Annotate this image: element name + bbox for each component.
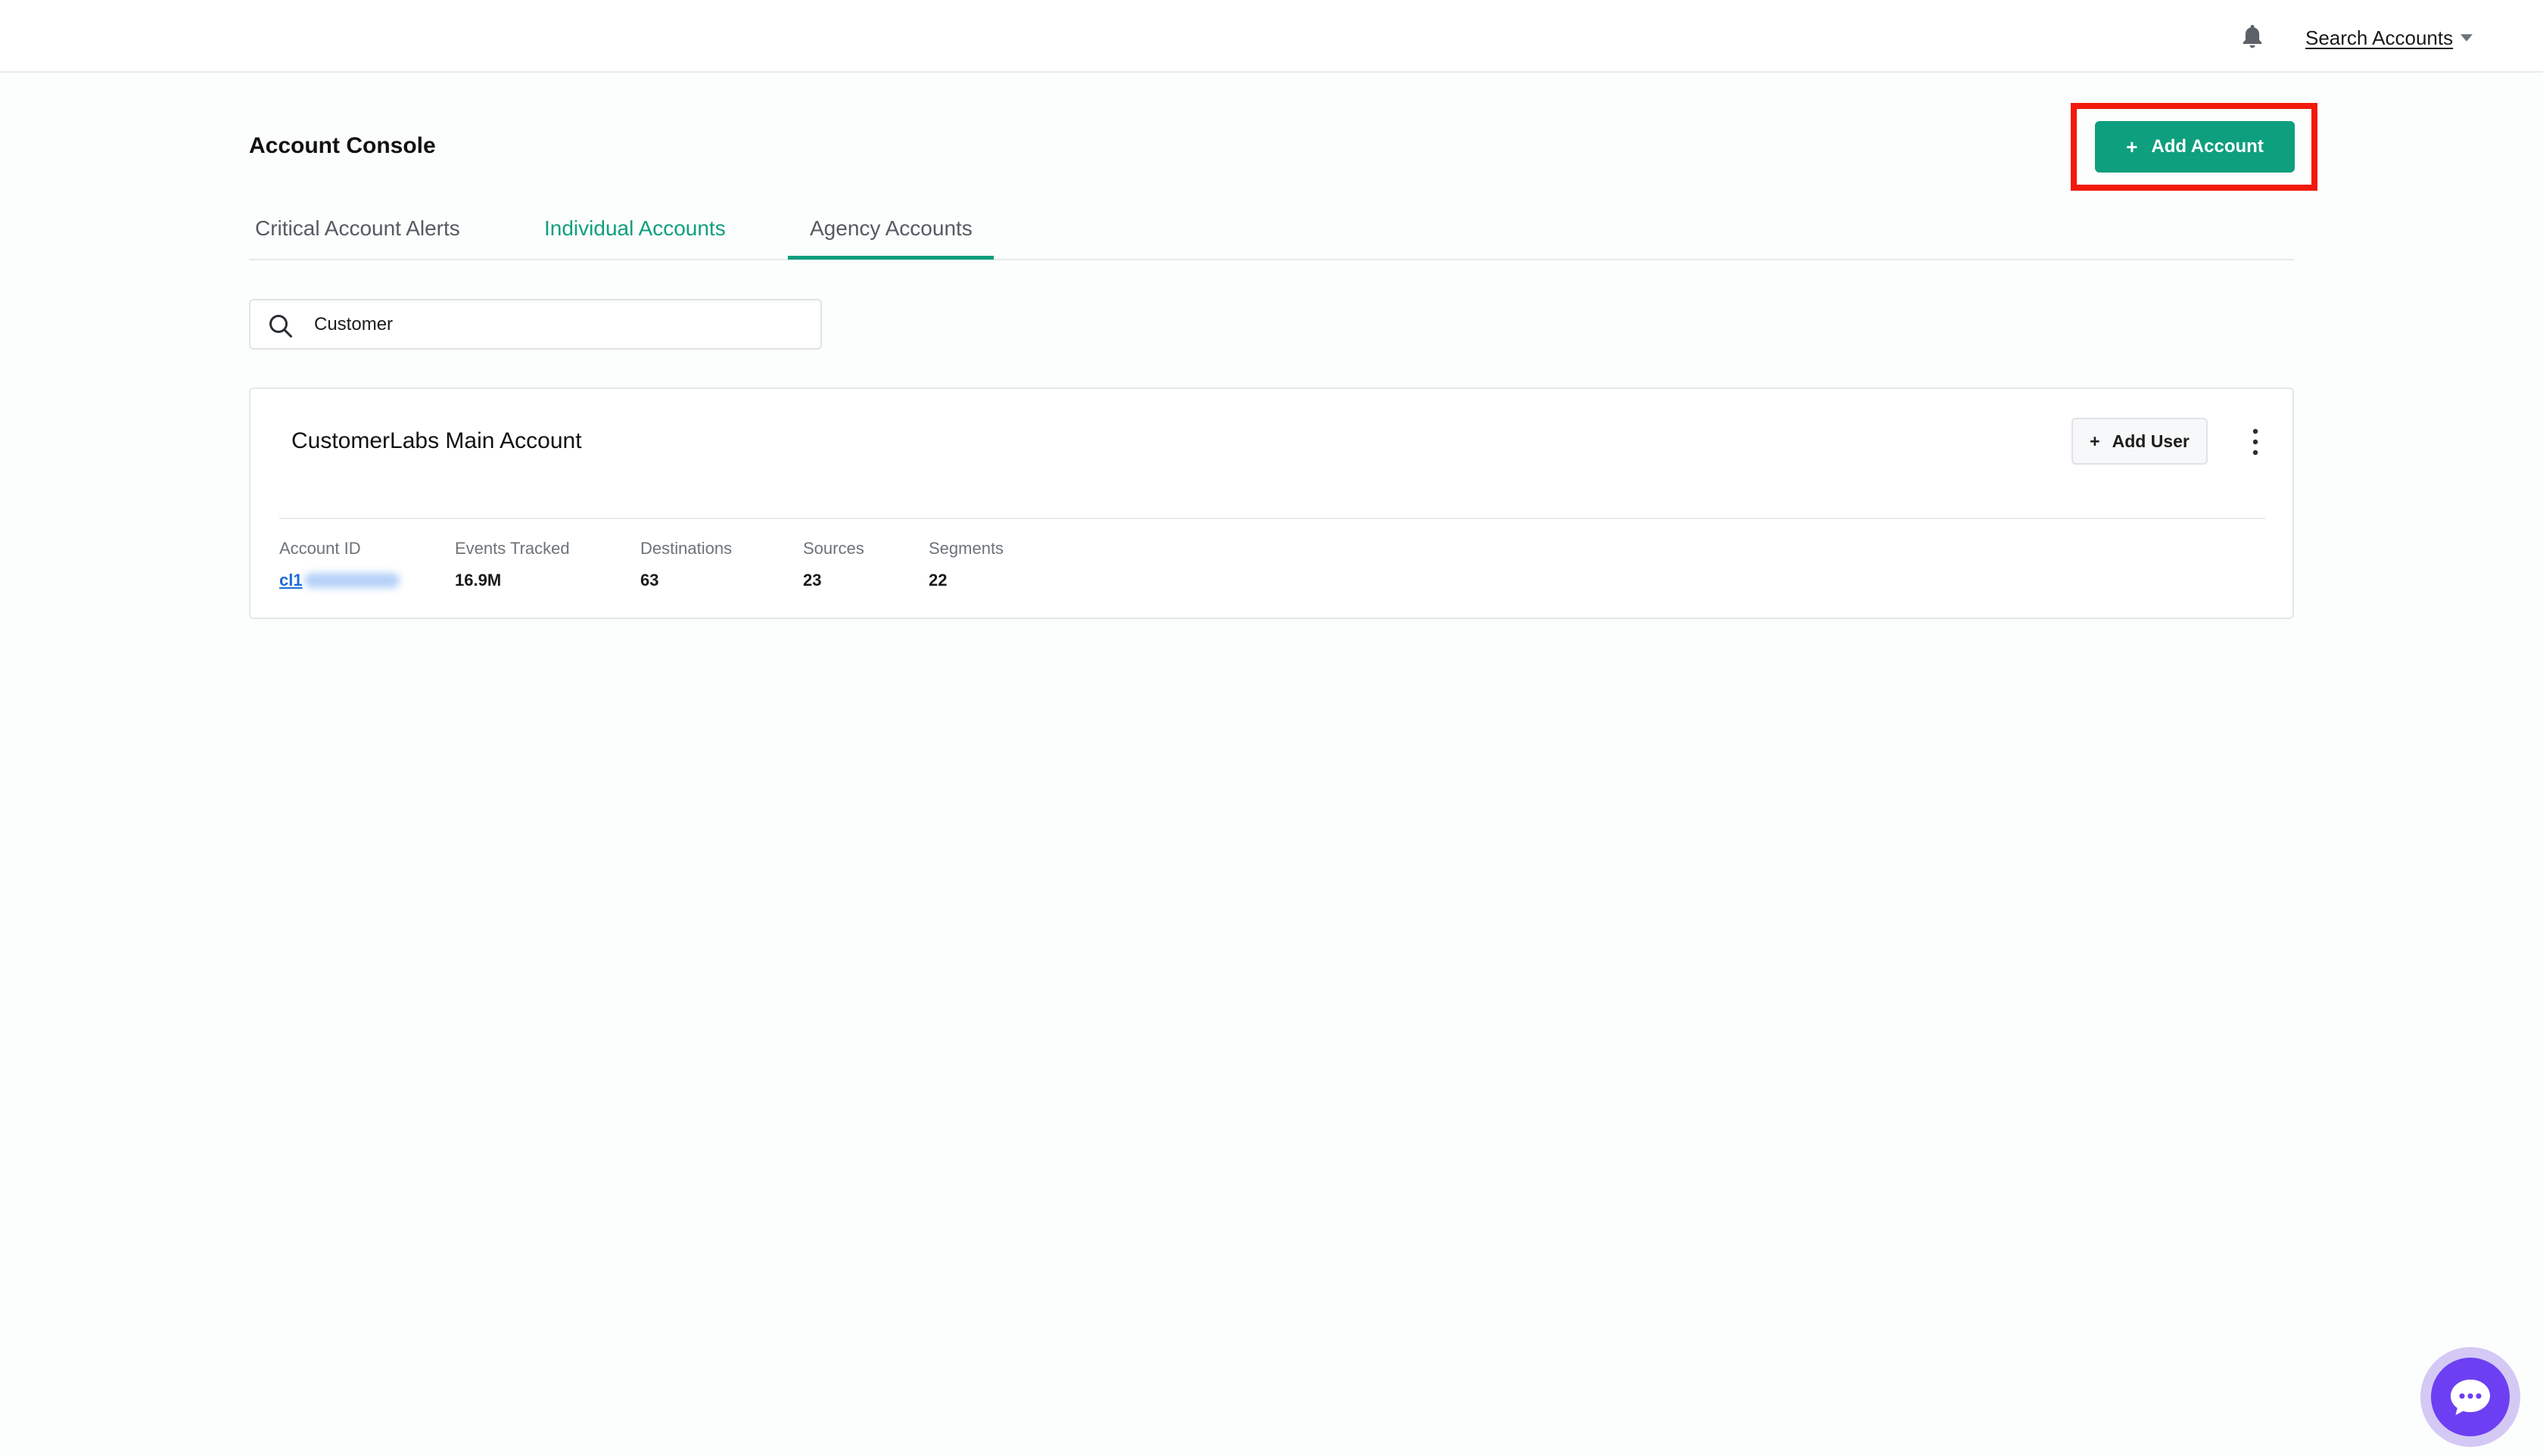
stat-label: Segments bbox=[929, 539, 1004, 558]
stat-sources: Sources 23 bbox=[803, 539, 864, 590]
stat-account-id: Account ID cl1 bbox=[279, 539, 400, 590]
page-title: Account Console bbox=[249, 133, 436, 158]
search-box[interactable] bbox=[249, 299, 822, 350]
stat-segments: Segments 22 bbox=[929, 539, 1004, 590]
add-account-label: Add Account bbox=[2151, 136, 2264, 157]
plus-icon: + bbox=[2090, 431, 2100, 451]
tab-agency-accounts[interactable]: Agency Accounts bbox=[810, 216, 973, 256]
divider bbox=[279, 518, 2265, 519]
account-card: CustomerLabs Main Account + Add User Acc… bbox=[249, 387, 2294, 619]
stat-label: Destinations bbox=[640, 539, 733, 558]
stat-label: Account ID bbox=[279, 539, 361, 558]
stat-label: Sources bbox=[803, 539, 864, 558]
account-id-value: cl1 bbox=[279, 571, 303, 590]
bell-icon[interactable] bbox=[2239, 23, 2266, 51]
account-name: CustomerLabs Main Account bbox=[291, 428, 582, 453]
stat-destinations: Destinations 63 bbox=[640, 539, 732, 590]
account-id-link[interactable]: cl1 bbox=[279, 571, 400, 590]
stat-value: 63 bbox=[640, 571, 659, 590]
chat-widget-inner bbox=[2431, 1358, 2510, 1436]
tab-critical-account-alerts[interactable]: Critical Account Alerts bbox=[255, 216, 460, 256]
search-input[interactable] bbox=[314, 308, 798, 341]
search-icon bbox=[269, 315, 292, 338]
top-bar: Search Accounts bbox=[0, 0, 2543, 73]
stat-events-tracked: Events Tracked 16.9M bbox=[455, 539, 570, 590]
add-user-label: Add User bbox=[2112, 431, 2190, 451]
tab-individual-accounts[interactable]: Individual Accounts bbox=[544, 216, 726, 256]
stat-label: Events Tracked bbox=[455, 539, 570, 558]
add-user-button[interactable]: + Add User bbox=[2071, 418, 2208, 465]
plus-icon: + bbox=[2126, 135, 2138, 158]
chat-bubble-icon bbox=[2451, 1380, 2490, 1415]
chat-widget-button[interactable] bbox=[2420, 1347, 2520, 1447]
active-tab-indicator bbox=[788, 256, 994, 260]
more-options-icon[interactable] bbox=[2244, 427, 2267, 457]
chevron-down-icon bbox=[2461, 34, 2473, 42]
stat-value: 23 bbox=[803, 571, 822, 590]
account-switcher[interactable]: Search Accounts bbox=[2305, 24, 2473, 51]
redacted-text bbox=[303, 573, 400, 588]
stat-value: 16.9M bbox=[455, 571, 502, 590]
stat-value: 22 bbox=[929, 571, 948, 590]
add-account-button[interactable]: + Add Account bbox=[2095, 121, 2295, 173]
account-tabs: Critical Account Alerts Individual Accou… bbox=[249, 200, 2294, 260]
account-switcher-label: Search Accounts bbox=[2305, 26, 2454, 49]
